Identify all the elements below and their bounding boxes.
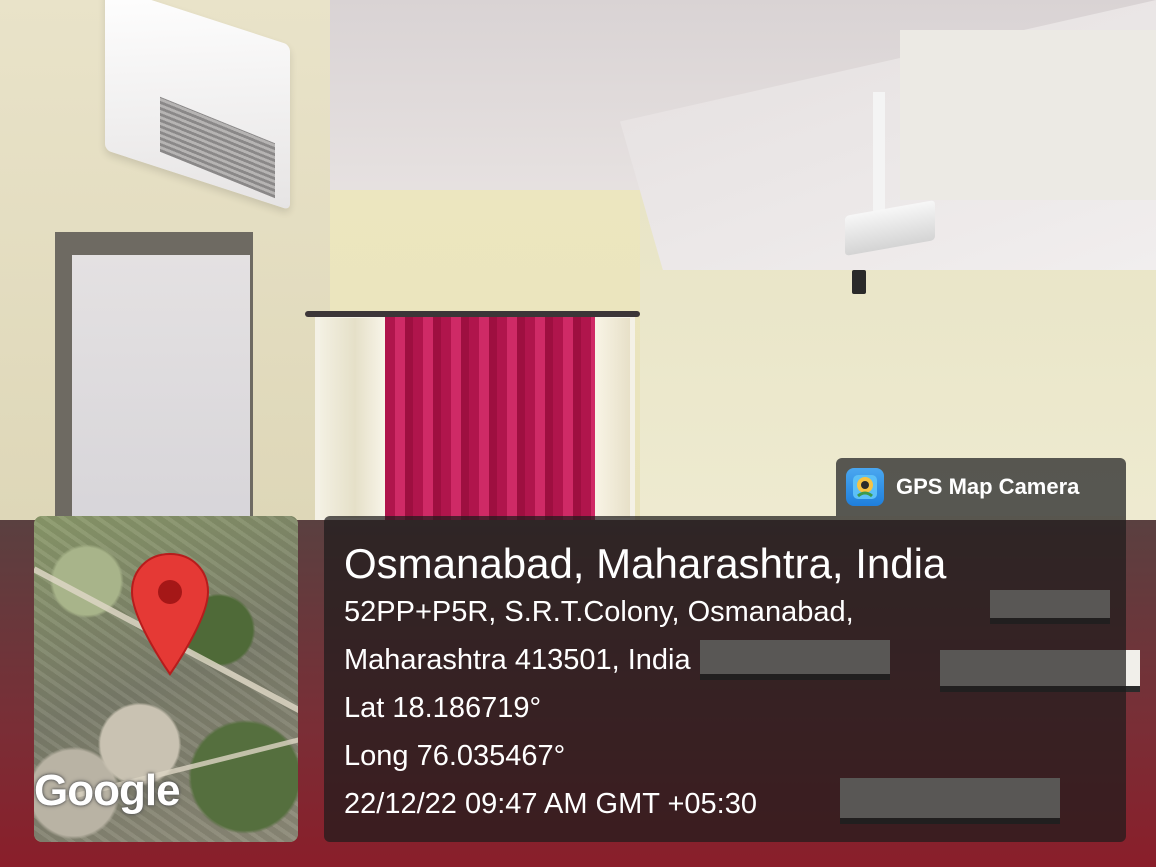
gps-map-camera-label: GPS Map Camera xyxy=(896,474,1080,499)
red-curtain xyxy=(385,315,595,520)
speaker xyxy=(852,270,866,294)
projector-mount xyxy=(873,92,885,212)
sheer-curtain-right xyxy=(590,318,630,518)
timestamp: 22/12/22 09:47 AM GMT +05:30 xyxy=(344,788,757,820)
latitude: Lat 18.186719° xyxy=(344,692,542,724)
address-line-2: Maharashtra 413501, India xyxy=(344,644,691,676)
location-info-panel: Osmanabad, Maharashtra, India 52PP+P5R, … xyxy=(324,516,1126,842)
location-map[interactable]: Google xyxy=(34,516,298,842)
google-logo: Google xyxy=(34,766,181,815)
whiteboard xyxy=(72,255,250,530)
sheer-curtain-left xyxy=(320,318,390,518)
address-line-1: 52PP+P5R, S.R.T.Colony, Osmanabad, xyxy=(344,596,854,628)
longitude: Long 76.035467° xyxy=(344,740,566,772)
location-pin-icon xyxy=(130,552,210,676)
curtain-rod xyxy=(305,311,640,317)
gps-map-camera-badge: GPS Map Camera xyxy=(836,458,1126,516)
ceiling-right xyxy=(900,30,1156,200)
location-title: Osmanabad, Maharashtra, India xyxy=(344,540,947,587)
gps-map-camera-app-icon xyxy=(846,468,884,506)
